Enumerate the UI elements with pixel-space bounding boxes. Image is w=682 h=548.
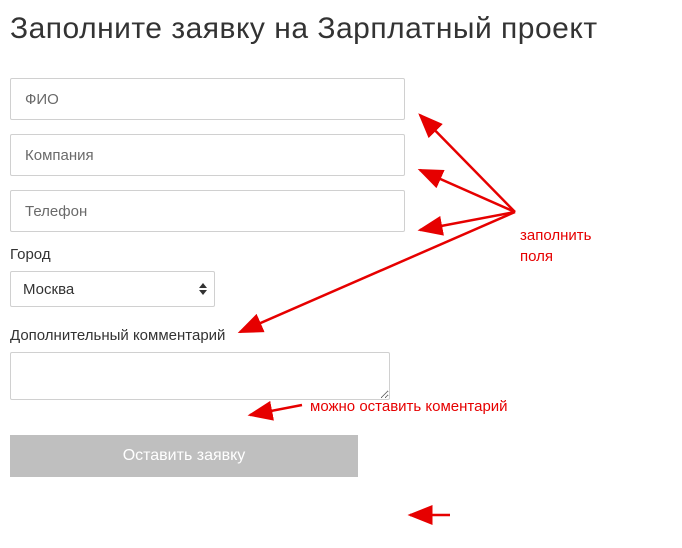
annotation-comment: можно оставить коментарий — [310, 398, 508, 415]
annotation-fill-fields: заполнить поля — [520, 225, 591, 267]
fio-input[interactable] — [10, 78, 405, 120]
comment-label: Дополнительный комментарий — [10, 327, 672, 344]
company-input[interactable] — [10, 134, 405, 176]
page-title: Заполните заявку на Зарплатный проект — [10, 12, 672, 46]
city-select[interactable]: Москва — [10, 271, 215, 307]
phone-input[interactable] — [10, 190, 405, 232]
comment-textarea[interactable] — [10, 352, 390, 400]
submit-button[interactable]: Оставить заявку — [10, 435, 358, 477]
